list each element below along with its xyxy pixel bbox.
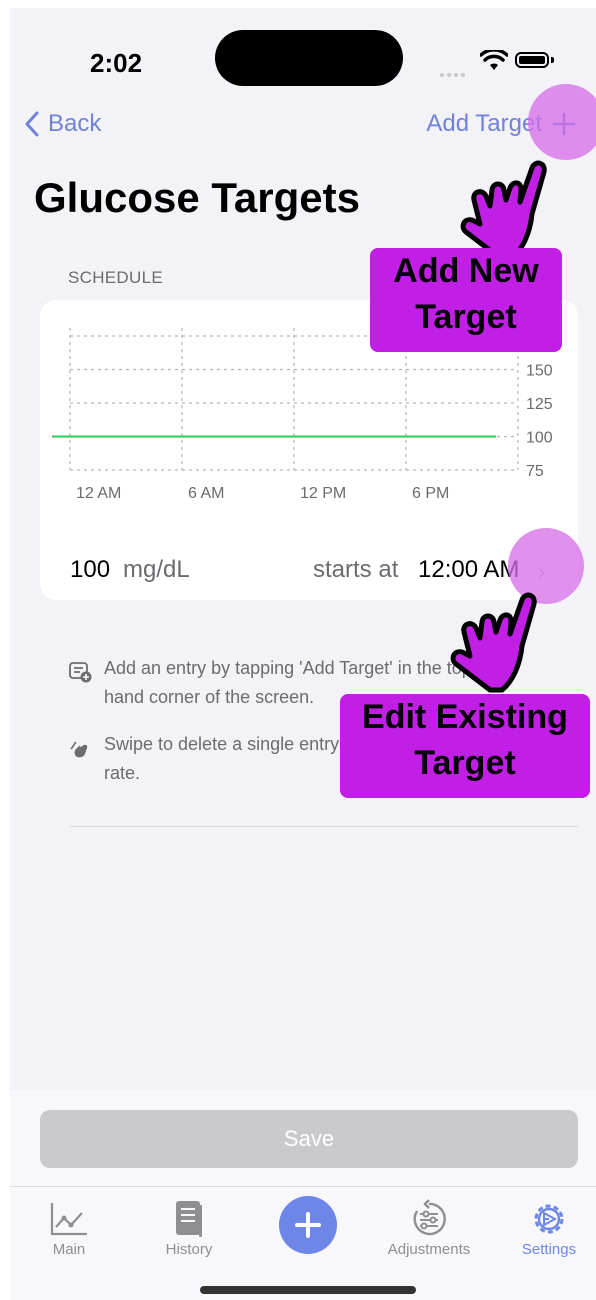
status-bar: 2:02 <box>10 8 596 100</box>
status-time: 2:02 <box>90 48 143 78</box>
home-indicator <box>200 1286 416 1294</box>
chevron-left-icon <box>25 111 39 137</box>
entry-value: 100 <box>70 556 111 583</box>
wifi-icon <box>480 50 508 70</box>
tab-history[interactable]: History <box>134 1197 244 1258</box>
add-target-label: Add Target <box>426 110 542 137</box>
add-entry-button[interactable] <box>279 1196 337 1254</box>
x-tick-label: 12 PM <box>300 485 346 502</box>
back-button[interactable]: Back <box>24 110 101 138</box>
tab-label: History <box>165 1241 213 1258</box>
x-tick-label: 6 AM <box>188 485 224 502</box>
swipe-hand-icon <box>70 741 88 758</box>
app-screen: 2:02 Back Add Target Glucose Targets SCH… <box>10 8 596 1300</box>
save-button[interactable]: Save <box>40 1110 578 1168</box>
pointing-hand-icon <box>450 592 537 693</box>
tab-adjustments[interactable]: Adjustments <box>374 1197 484 1258</box>
entry-unit: mg/dL <box>123 556 190 583</box>
add-new-target-callout: Add New Target <box>370 248 562 352</box>
y-tick-label: 75 <box>526 463 544 480</box>
tab-main[interactable]: Main <box>14 1197 124 1258</box>
gear-icon <box>534 1204 564 1234</box>
y-tick-label: 150 <box>526 363 553 380</box>
x-tick-label: 12 AM <box>76 485 121 502</box>
tab-label: Settings <box>521 1241 577 1258</box>
tab-label: Adjustments <box>387 1241 471 1258</box>
tab-settings[interactable]: Settings <box>494 1197 596 1258</box>
add-entry-icon <box>69 662 92 683</box>
entry-start-time: 12:00 AM <box>418 556 520 583</box>
cellular-signal-icon <box>440 64 468 82</box>
y-tick-label: 125 <box>526 396 553 413</box>
sliders-icon <box>413 1199 446 1236</box>
row-divider <box>70 826 578 827</box>
section-header: SCHEDULE <box>68 268 163 287</box>
back-label: Back <box>48 110 102 137</box>
add-target-highlight <box>528 84 596 160</box>
battery-tip <box>551 57 554 63</box>
y-tick-label: 100 <box>526 430 553 447</box>
entry-starts-label: starts at <box>313 556 399 583</box>
plus-icon <box>295 1212 321 1238</box>
page-title: Glucose Targets <box>34 174 360 221</box>
edit-existing-target-callout: Edit Existing Target <box>340 694 590 798</box>
dynamic-island <box>215 30 403 86</box>
book-icon <box>176 1201 202 1237</box>
battery-icon <box>515 52 549 68</box>
x-tick-label: 6 PM <box>412 485 449 502</box>
chart-line-icon <box>50 1203 87 1236</box>
tab-label: Main <box>52 1241 86 1258</box>
